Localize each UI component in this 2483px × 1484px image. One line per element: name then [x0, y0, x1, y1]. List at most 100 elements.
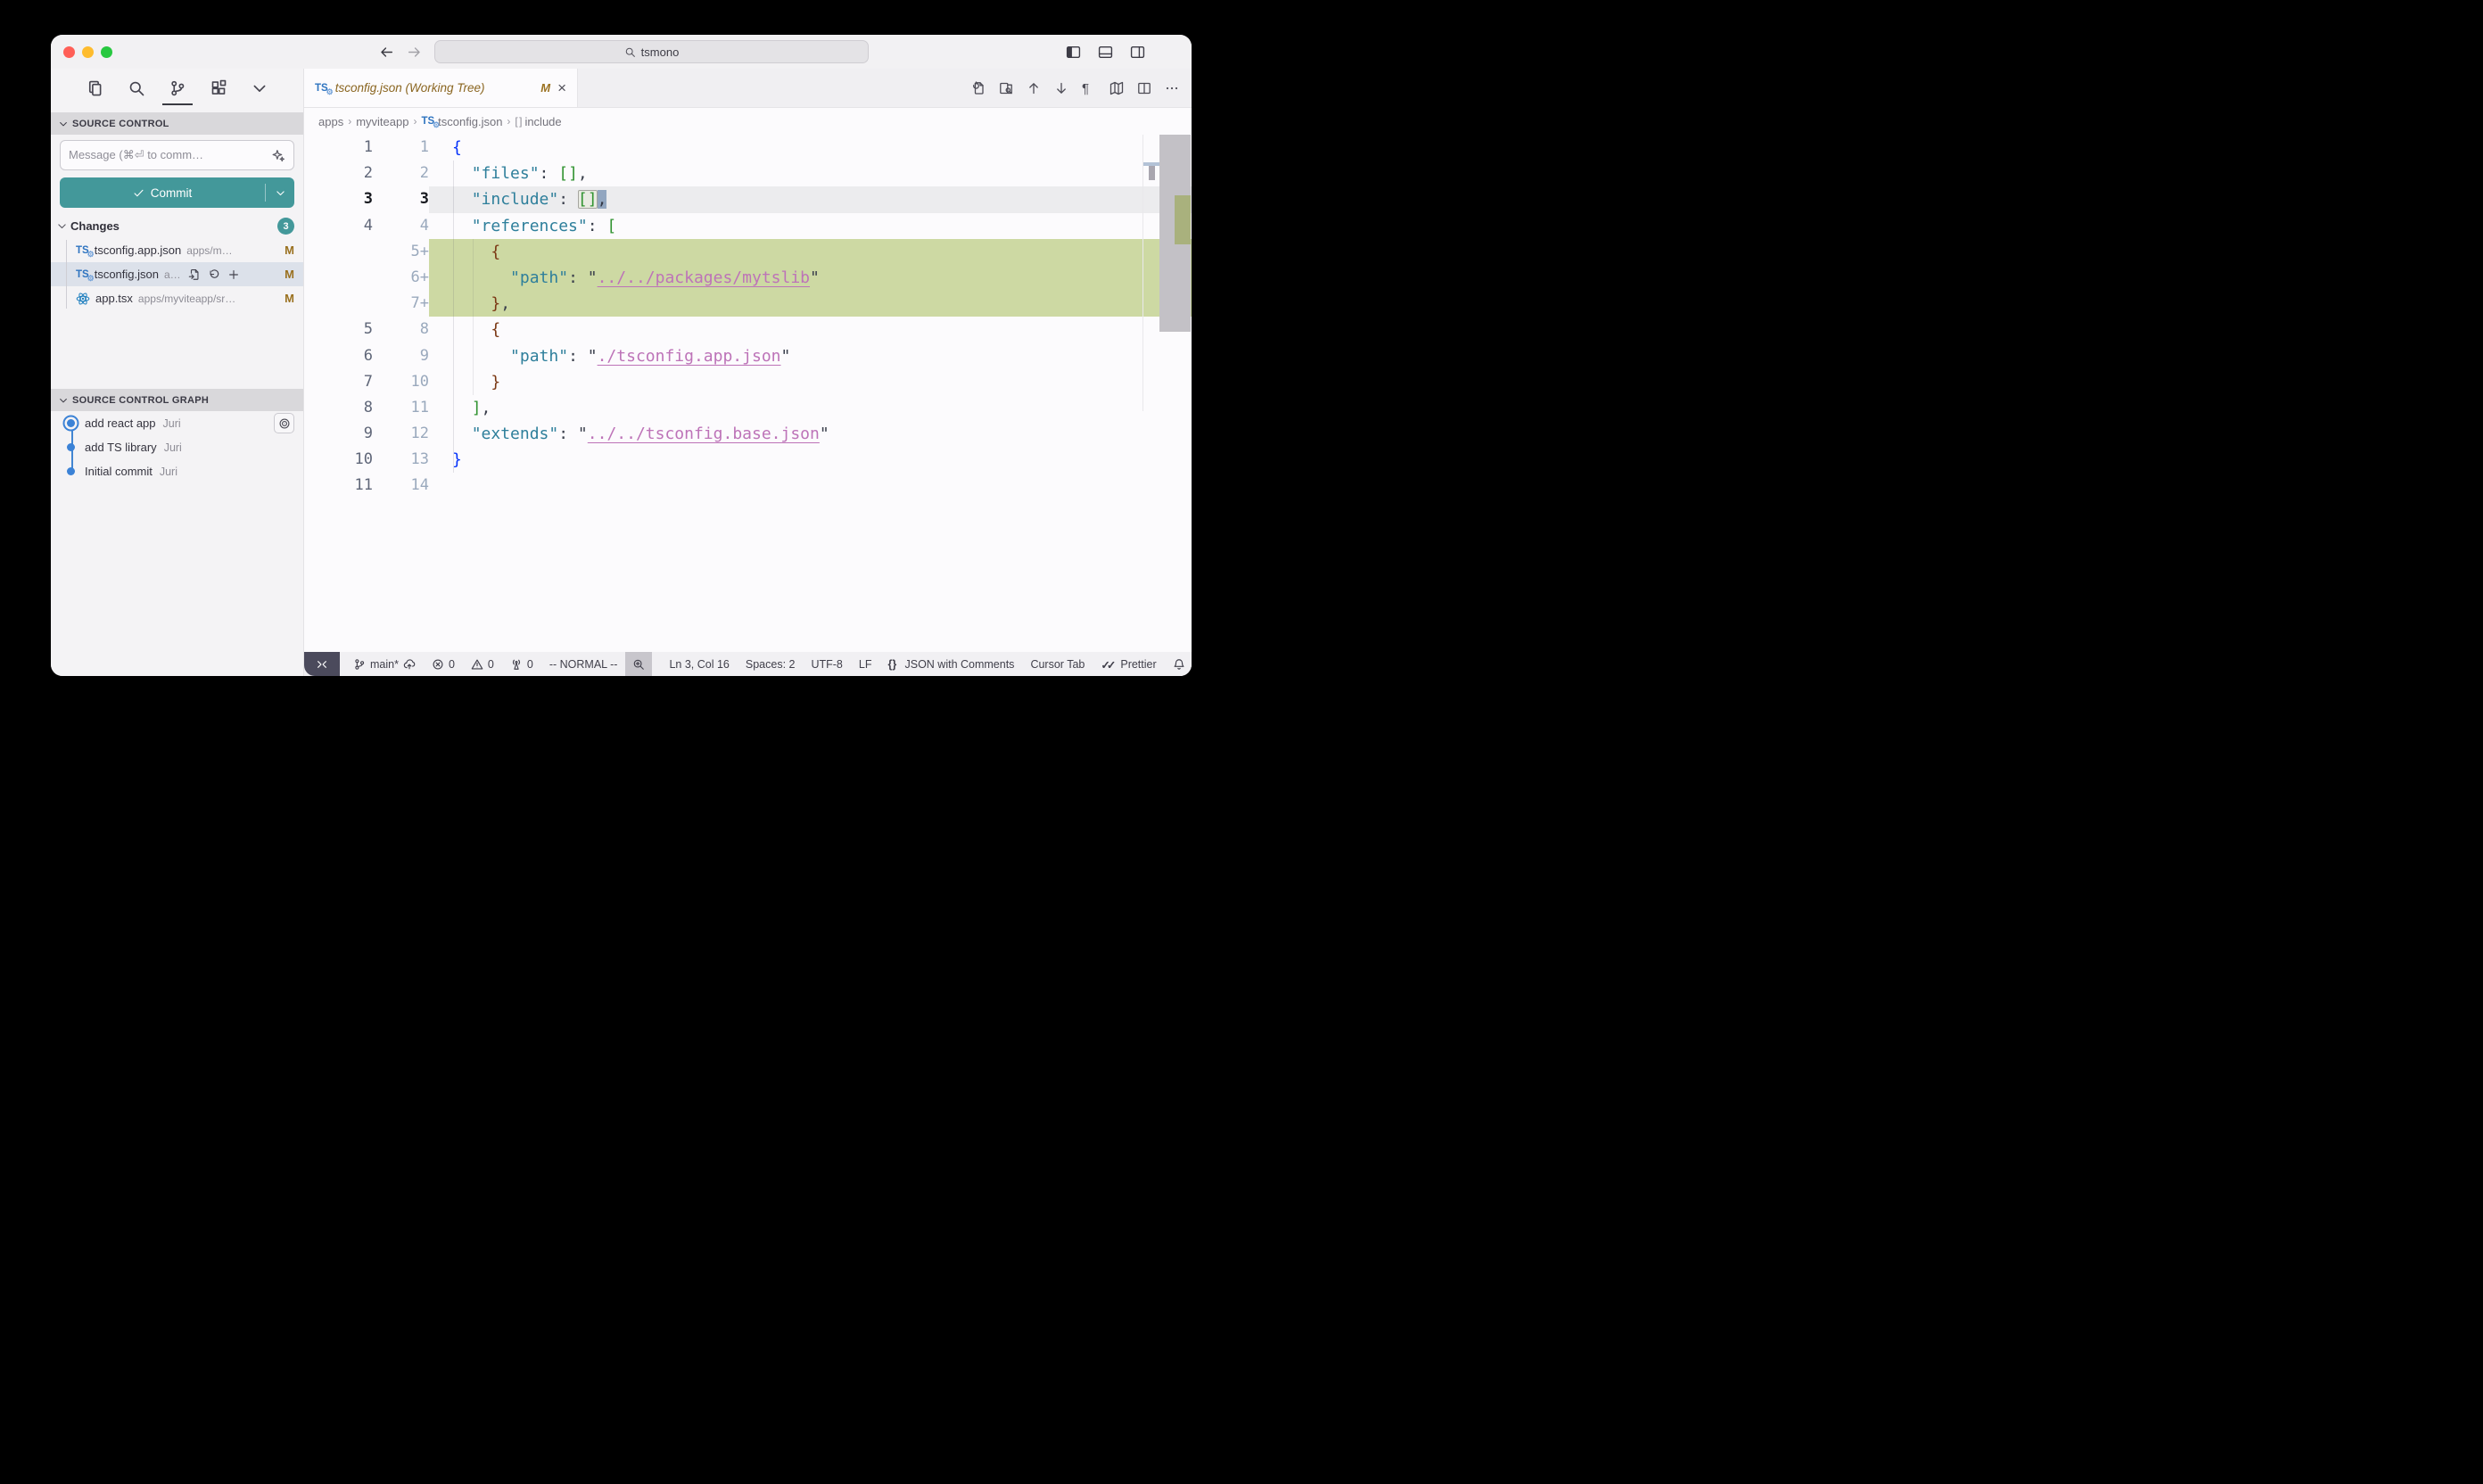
- commit-row[interactable]: Initial commitJuri: [51, 459, 303, 483]
- status-label: LF: [859, 658, 872, 671]
- code-line[interactable]: 1013}: [304, 447, 1192, 473]
- split-editor-icon[interactable]: [1137, 81, 1151, 95]
- more-actions-icon[interactable]: [1165, 81, 1179, 95]
- minimize-window-button[interactable]: [82, 46, 94, 58]
- discard-icon[interactable]: [208, 268, 220, 281]
- status-indentation[interactable]: Spaces: 2: [738, 652, 804, 676]
- activity-bar-item-extensions[interactable]: [209, 78, 228, 98]
- code-line[interactable]: 811 ],: [304, 395, 1192, 421]
- commit-message: add TS library: [85, 441, 157, 454]
- command-center-search[interactable]: tsmono: [434, 40, 869, 63]
- breadcrumb-item-include[interactable]: [ ]include: [515, 115, 561, 128]
- code-line-content: "path": "../../packages/mytslib": [429, 265, 1192, 291]
- open-preview-icon[interactable]: [999, 81, 1013, 95]
- file-path: apps/m…: [186, 244, 232, 257]
- changed-file-row[interactable]: TS⚙tsconfig.jsona…M: [51, 262, 303, 286]
- new-line-number: 6+: [373, 265, 429, 291]
- status-remote-indicator[interactable]: [304, 652, 340, 676]
- changes-section-header[interactable]: Changes 3: [51, 214, 303, 238]
- commit-dot: [67, 443, 75, 451]
- breadcrumb-item-myviteapp[interactable]: myviteapp: [356, 115, 408, 128]
- file-name: tsconfig.json: [95, 268, 159, 281]
- status-notifications-bell[interactable]: [1165, 652, 1192, 676]
- breadcrumb-separator: ›: [348, 115, 351, 128]
- status-encoding[interactable]: UTF-8: [803, 652, 850, 676]
- code-line[interactable]: 5+ {: [304, 239, 1192, 265]
- commit-row[interactable]: add react appJuri: [51, 411, 303, 435]
- search-query: tsmono: [641, 45, 680, 59]
- code-line[interactable]: 912 "extends": "../../tsconfig.base.json…: [304, 421, 1192, 447]
- old-line-number: 2: [304, 161, 373, 186]
- status-formatter[interactable]: ✓✓Prettier: [1093, 652, 1164, 676]
- code-line-content: },: [429, 291, 1192, 317]
- status-eol-sequence[interactable]: LF: [851, 652, 880, 676]
- activity-bar-item-source-control[interactable]: [168, 78, 187, 98]
- breadcrumb-item-apps[interactable]: apps: [318, 115, 343, 128]
- status-label: 0: [488, 658, 494, 671]
- code-line[interactable]: 6+ "path": "../../packages/mytslib": [304, 265, 1192, 291]
- minimap-icon[interactable]: [1110, 81, 1124, 95]
- typescript-file-icon: TS⚙: [76, 245, 89, 256]
- commit-message-input[interactable]: Message (⌘⏎ to comm…: [60, 140, 294, 170]
- code-line[interactable]: 710 }: [304, 369, 1192, 395]
- status-cursor-position[interactable]: Ln 3, Col 16: [661, 652, 737, 676]
- commit-row[interactable]: add TS libraryJuri: [51, 435, 303, 459]
- activity-bar-item-more-views[interactable]: [250, 78, 269, 98]
- diff-editor[interactable]: 11{22 "files": [],33 "include": [],44 "r…: [304, 135, 1192, 652]
- commit-dropdown-button[interactable]: [266, 187, 294, 199]
- chevron-down-icon: [58, 119, 69, 129]
- code-line[interactable]: 44 "references": [: [304, 213, 1192, 239]
- status-ports-forwarded[interactable]: 0: [502, 652, 541, 676]
- settings-gear-icon[interactable]: [1162, 45, 1177, 60]
- changed-file-row[interactable]: app.tsxapps/myviteapp/sr…M: [51, 286, 303, 310]
- close-window-button[interactable]: [63, 46, 75, 58]
- maximize-window-button[interactable]: [101, 46, 112, 58]
- status-git-branch-status[interactable]: main*: [345, 652, 424, 676]
- code-line[interactable]: 7+ },: [304, 291, 1192, 317]
- toggle-panel-icon[interactable]: [1098, 45, 1113, 60]
- source-control-header[interactable]: SOURCE CONTROL: [51, 112, 303, 135]
- modified-status-badge: M: [285, 243, 294, 257]
- close-tab-icon[interactable]: ×: [557, 80, 566, 95]
- breadcrumb-item-tsconfig.json[interactable]: TS⚙tsconfig.json: [421, 115, 502, 128]
- open-changes-icon[interactable]: [971, 81, 986, 95]
- breadcrumb-label: apps: [318, 115, 343, 128]
- changed-file-row[interactable]: TS⚙tsconfig.app.jsonapps/m…M: [51, 238, 303, 262]
- code-line-content: ],: [429, 395, 1192, 421]
- tab-tsconfig-json-working-tree[interactable]: TS⚙ tsconfig.json (Working Tree) M ×: [304, 69, 578, 107]
- back-arrow-icon[interactable]: [379, 45, 394, 60]
- toggle-secondary-sidebar-icon[interactable]: [1130, 45, 1145, 60]
- vscode-window: tsmono SOURCE CONTROL Message (⌘⏎ to com…: [51, 35, 1192, 676]
- source-control-graph-header[interactable]: SOURCE CONTROL GRAPH: [51, 389, 303, 411]
- forward-arrow-icon[interactable]: [407, 45, 422, 60]
- check-icon: [133, 187, 144, 199]
- code-line[interactable]: 22 "files": [],: [304, 161, 1192, 186]
- typescript-file-icon: TS⚙: [421, 116, 434, 127]
- render-whitespace-icon[interactable]: ¶: [1082, 81, 1096, 95]
- code-line[interactable]: 69 "path": "./tsconfig.app.json": [304, 343, 1192, 369]
- stage-icon[interactable]: [227, 268, 240, 281]
- code-line[interactable]: 11{: [304, 135, 1192, 161]
- old-line-number: 9: [304, 421, 373, 447]
- status-cursor-tab[interactable]: Cursor Tab: [1022, 652, 1093, 676]
- activity-bar-item-explorer[interactable]: [86, 78, 105, 98]
- code-line[interactable]: 1114: [304, 473, 1192, 499]
- status-vim-mode[interactable]: -- NORMAL --: [541, 652, 626, 676]
- open-file-icon[interactable]: [188, 268, 201, 281]
- status-problems-errors[interactable]: 0: [424, 652, 463, 676]
- activity-bar-item-search[interactable]: [127, 78, 146, 98]
- code-line[interactable]: 58 {: [304, 317, 1192, 342]
- file-path: a…: [164, 268, 181, 281]
- new-line-number: 12: [373, 421, 429, 447]
- status-problems-warnings[interactable]: 0: [463, 652, 502, 676]
- status-language-mode[interactable]: {}JSON with Comments: [879, 652, 1022, 676]
- status-zoom-indicator[interactable]: [625, 652, 652, 676]
- goto-commit-button[interactable]: [274, 413, 294, 433]
- code-line[interactable]: 33 "include": [],: [304, 186, 1192, 212]
- previous-change-icon[interactable]: [1027, 81, 1041, 95]
- breadcrumb-separator: ›: [413, 115, 417, 128]
- sparkle-icon[interactable]: [272, 149, 285, 162]
- next-change-icon[interactable]: [1054, 81, 1068, 95]
- commit-button[interactable]: Commit: [60, 177, 294, 208]
- toggle-primary-sidebar-icon[interactable]: [1066, 45, 1081, 60]
